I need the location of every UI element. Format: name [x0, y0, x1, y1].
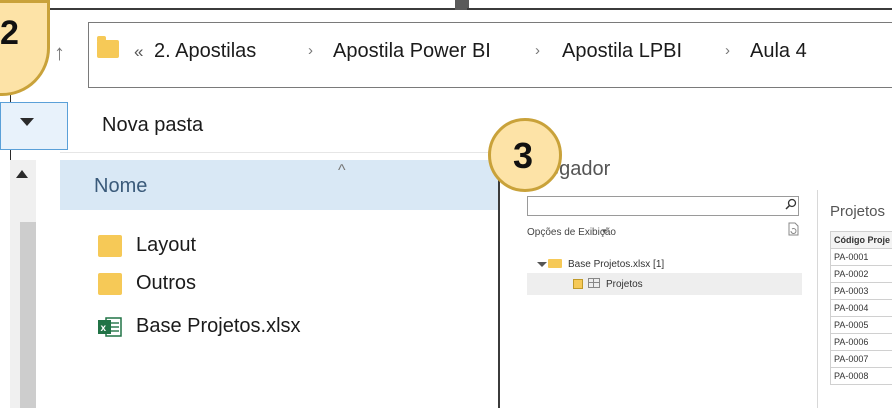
navigator-panel-divider: [817, 190, 818, 408]
table-row: PA-0007: [830, 350, 892, 368]
breadcrumb-overflow[interactable]: «: [134, 42, 143, 62]
table-row: PA-0006: [830, 333, 892, 351]
table-cell: PA-0004: [830, 299, 892, 317]
breadcrumb-apostila-lpbi[interactable]: Apostila LPBI: [562, 40, 682, 63]
scrollbar-thumb[interactable]: [20, 222, 36, 408]
window-top-edge: [10, 8, 457, 10]
folder-icon: [548, 259, 562, 268]
table-cell: PA-0008: [830, 367, 892, 385]
up-arrow-icon[interactable]: ↑: [54, 38, 74, 68]
tree-item-selected[interactable]: [527, 273, 802, 295]
breadcrumb-separator: ›: [308, 42, 313, 59]
folder-icon: [97, 36, 119, 58]
breadcrumb-aula-4[interactable]: Aula 4: [750, 40, 807, 63]
new-folder-button[interactable]: Nova pasta: [102, 114, 203, 137]
expand-triangle-icon[interactable]: [537, 262, 547, 267]
step-callout-number: 3: [513, 135, 534, 176]
table-cell: PA-0006: [830, 333, 892, 351]
preview-table: Código Proje PA-0001 PA-0002 PA-0003 PA-…: [830, 231, 892, 385]
nav-pane: [36, 160, 60, 408]
step-callout-number: 2: [0, 14, 19, 52]
preview-column-header: Código Proje: [830, 231, 892, 249]
table-row: PA-0004: [830, 299, 892, 317]
list-item[interactable]: Outros: [98, 270, 398, 298]
file-name[interactable]: Outros: [136, 272, 196, 295]
breadcrumb-apostila-power-bi[interactable]: Apostila Power BI: [333, 40, 491, 63]
tree-item-projetos[interactable]: Projetos: [606, 279, 643, 290]
table-icon: [588, 278, 600, 288]
checkbox-checked-icon[interactable]: [573, 279, 583, 289]
refresh-icon[interactable]: [787, 222, 799, 236]
preview-title: Projetos: [830, 203, 886, 220]
sort-ascending-icon: ^: [338, 162, 346, 179]
table-cell: PA-0002: [830, 265, 892, 283]
file-name[interactable]: Layout: [136, 234, 196, 257]
file-name[interactable]: Base Projetos.xlsx: [136, 315, 301, 338]
organize-dropdown-button[interactable]: [0, 102, 68, 150]
svg-text:x: x: [101, 323, 107, 334]
chevron-down-icon[interactable]: [20, 118, 34, 126]
column-header-name[interactable]: Nome: [94, 175, 147, 198]
breadcrumb-separator: ›: [535, 42, 540, 59]
table-row: PA-0003: [830, 282, 892, 300]
table-cell: PA-0001: [830, 248, 892, 266]
tree-item-workbook[interactable]: Base Projetos.xlsx [1]: [568, 259, 664, 270]
list-item[interactable]: Layout: [98, 232, 398, 260]
search-input[interactable]: [527, 196, 799, 216]
breadcrumb-separator: ›: [725, 42, 730, 59]
table-row: PA-0005: [830, 316, 892, 334]
scroll-up-icon[interactable]: [16, 170, 28, 178]
table-row: PA-0001: [830, 248, 892, 266]
folder-icon: [98, 235, 122, 257]
chevron-down-icon[interactable]: ▾: [602, 226, 607, 237]
window-top-edge-right: [467, 8, 892, 10]
table-cell: PA-0003: [830, 282, 892, 300]
folder-icon: [98, 273, 122, 295]
table-cell: PA-0007: [830, 350, 892, 368]
table-row: PA-0008: [830, 367, 892, 385]
list-item[interactable]: x Base Projetos.xlsx: [98, 313, 398, 341]
table-row: PA-0002: [830, 265, 892, 283]
excel-file-icon: x: [98, 317, 122, 337]
table-cell: PA-0005: [830, 316, 892, 334]
breadcrumb-apostilas[interactable]: 2. Apostilas: [154, 40, 256, 63]
search-icon[interactable]: [785, 198, 797, 210]
